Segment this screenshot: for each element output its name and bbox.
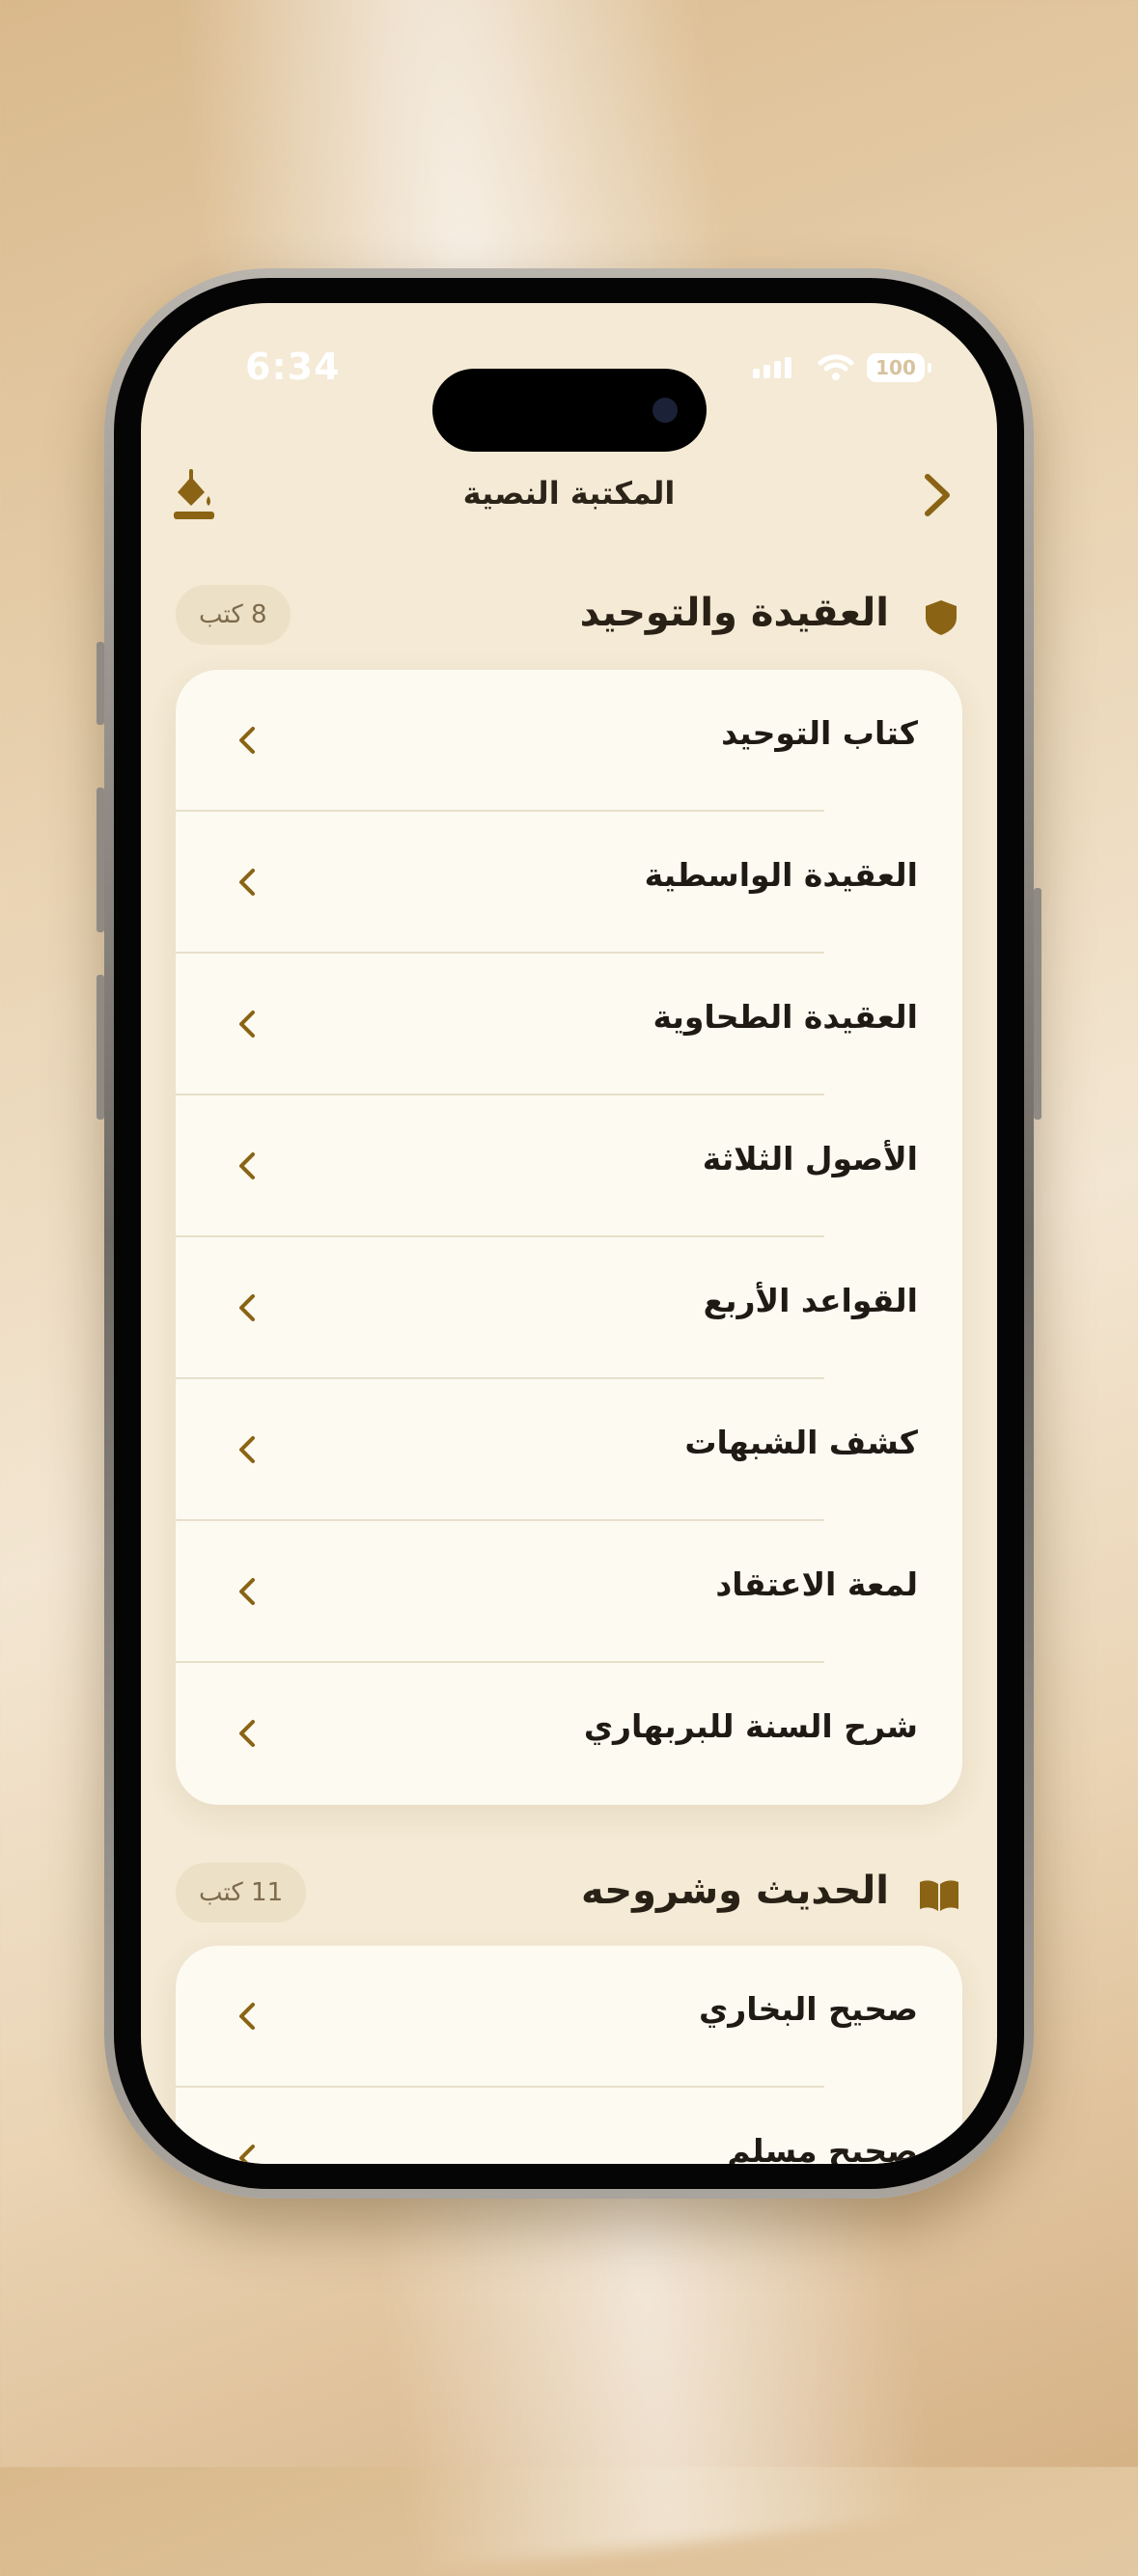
app-screen: 6:34 100 المكتبة النصية العقيدة والتوحيد… <box>141 303 997 2164</box>
section-title: العقيدة والتوحيد <box>579 591 889 635</box>
book-title: القواعد الأربع <box>703 1282 918 1319</box>
chevron-left-icon <box>239 2003 255 2030</box>
book-title: العقيدة الطحاوية <box>652 998 918 1036</box>
chevron-left-icon <box>239 2145 255 2164</box>
section-title: الحديث وشروحه <box>581 1869 889 1913</box>
chevron-right-icon[interactable] <box>918 471 957 519</box>
book-title: كشف الشبهات <box>684 1424 918 1461</box>
list-item[interactable]: كشف الشبهات <box>176 1379 962 1521</box>
list-item[interactable]: صحيح مسلم <box>176 2088 962 2164</box>
book-list-card: صحيح البخاري صحيح مسلم <box>176 1946 962 2164</box>
wifi-icon <box>818 354 854 380</box>
list-item[interactable]: لمعة الاعتقاد <box>176 1521 962 1663</box>
volume-up-button <box>97 788 104 932</box>
book-title: لمعة الاعتقاد <box>715 1565 918 1603</box>
book-count-badge: 11 كتب <box>176 1863 307 1923</box>
status-bar: 6:34 100 <box>141 346 997 452</box>
chevron-left-icon <box>239 1436 255 1463</box>
list-item[interactable]: كتاب التوحيد <box>176 670 962 812</box>
chevron-left-icon <box>239 1578 255 1605</box>
dynamic-island <box>432 369 707 452</box>
chevron-left-icon <box>239 1720 255 1747</box>
volume-down-button <box>97 975 104 1120</box>
list-item[interactable]: شرح السنة للبربهاري <box>176 1663 962 1805</box>
list-item[interactable]: الأصول الثلاثة <box>176 1095 962 1237</box>
book-title: العقيدة الواسطية <box>644 856 918 894</box>
cellular-signal-icon <box>753 357 791 378</box>
book-title: صحيح البخاري <box>698 1990 918 2028</box>
book-title: الأصول الثلاثة <box>702 1140 918 1177</box>
book-list-card: كتاب التوحيد العقيدة الواسطية العقيدة ال… <box>176 670 962 1805</box>
book-count-badge: 8 كتب <box>176 585 291 645</box>
action-button <box>97 642 104 725</box>
status-time: 6:34 <box>245 346 341 388</box>
list-item[interactable]: العقيدة الواسطية <box>176 812 962 954</box>
book-title: كتاب التوحيد <box>721 714 918 752</box>
list-item[interactable]: العقيدة الطحاوية <box>176 954 962 1095</box>
open-book-icon <box>920 1880 958 1911</box>
section-header-aqeedah: العقيدة والتوحيد 8 كتب <box>141 585 997 652</box>
chevron-left-icon <box>239 1294 255 1321</box>
page-title: المكتبة النصية <box>462 475 676 512</box>
chevron-left-icon <box>239 727 255 754</box>
shield-icon <box>926 600 957 635</box>
power-button <box>1034 888 1041 1120</box>
chevron-left-icon <box>239 1152 255 1179</box>
book-title: صحيح مسلم <box>727 2132 918 2164</box>
section-header-hadith: الحديث وشروحه 11 كتب <box>141 1863 997 1930</box>
navigation-bar: المكتبة النصية <box>141 457 997 535</box>
book-title: شرح السنة للبربهاري <box>583 1707 918 1745</box>
list-item[interactable]: القواعد الأربع <box>176 1237 962 1379</box>
battery-icon: 100 <box>867 353 931 382</box>
list-item[interactable]: صحيح البخاري <box>176 1946 962 2088</box>
chevron-left-icon <box>239 1011 255 1038</box>
chevron-left-icon <box>239 869 255 896</box>
